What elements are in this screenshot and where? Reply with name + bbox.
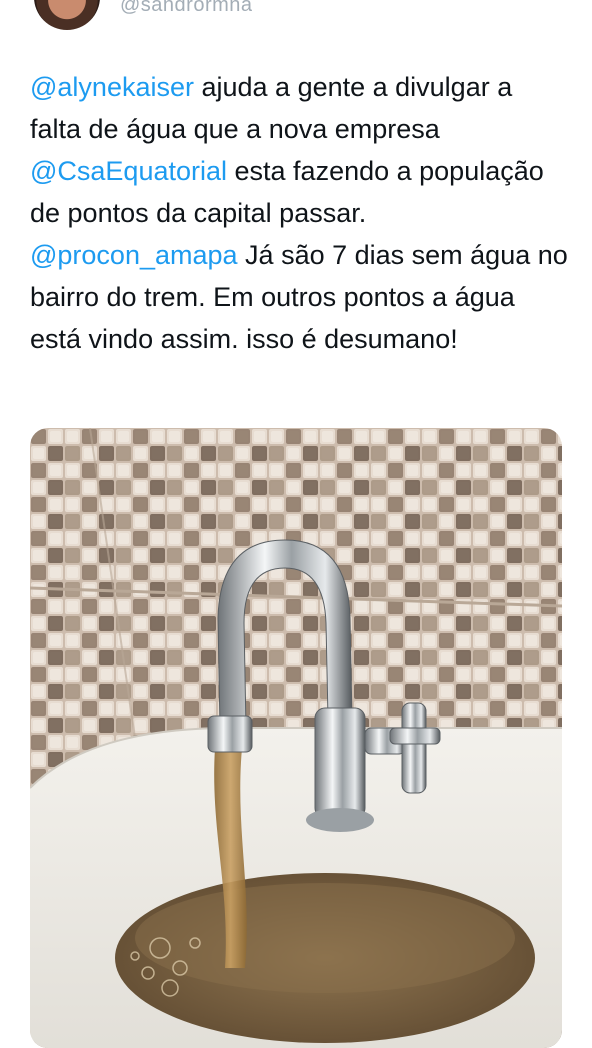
mention-link[interactable]: @CsaEquatorial [30,156,227,186]
avatar[interactable] [34,0,100,30]
author-handle[interactable]: @sandrormna [120,0,253,17]
mention-link[interactable]: @procon_amapa [30,240,238,270]
tweet-text: @alynekaiser ajuda a gente a divulgar a … [30,66,570,360]
tweet-photo[interactable] [30,428,562,1048]
faucet-photo-illustration [30,428,562,1048]
mention-link[interactable]: @alynekaiser [30,72,194,102]
